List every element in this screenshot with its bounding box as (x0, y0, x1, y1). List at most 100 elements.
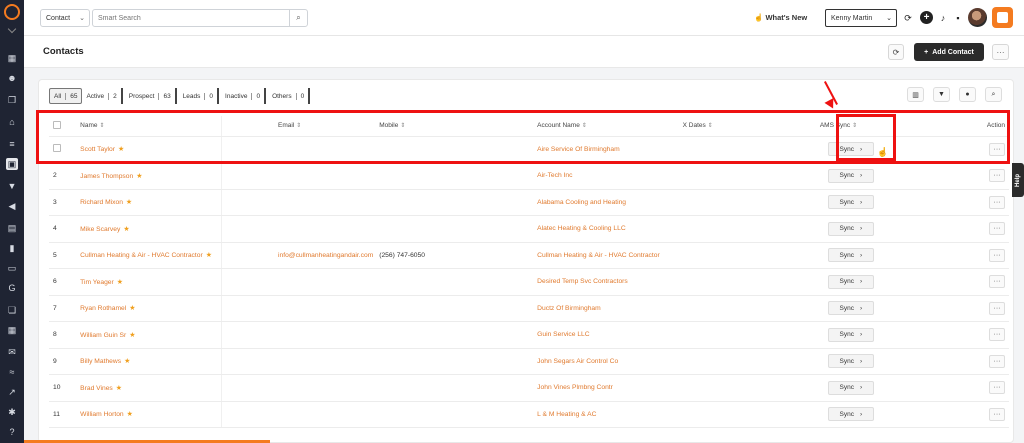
filter-others[interactable]: Others 0 (268, 88, 311, 104)
calendar-icon[interactable]: ▦ (6, 324, 18, 336)
account-link[interactable]: Alabama Cooling and Heating (537, 199, 626, 206)
star-icon[interactable]: ★ (129, 332, 135, 339)
header-email[interactable]: Email ⇕ (221, 116, 380, 137)
folder-icon[interactable]: ▭ (6, 262, 18, 274)
row-more-button[interactable]: ··· (989, 354, 1005, 368)
email-link[interactable]: info@cullmanheatingandair.com (278, 252, 373, 259)
help-circle-icon[interactable]: ? (6, 426, 18, 438)
account-link[interactable]: L & M Heating & AC (537, 411, 596, 418)
contact-name-link[interactable]: Cullman Heating & Air - HVAC Contractor (80, 252, 203, 259)
star-icon[interactable]: ★ (118, 146, 124, 153)
star-icon[interactable]: ★ (127, 411, 133, 418)
account-link[interactable]: John Vines Plmbng Contr (537, 384, 613, 391)
google-icon[interactable]: G (6, 282, 18, 294)
settings-icon[interactable]: ✱ (6, 406, 18, 418)
analytics-icon[interactable]: ↗ (6, 386, 18, 398)
contacts-icon[interactable]: ▣ (6, 158, 18, 170)
account-link[interactable]: Desired Temp Svc Contractors (537, 278, 628, 285)
row-more-button[interactable]: ··· (989, 195, 1005, 209)
row-more-button[interactable]: ··· (989, 407, 1005, 421)
filter-all[interactable]: All 65 (49, 88, 83, 104)
filter-active[interactable]: Active 2 (82, 88, 123, 104)
refresh-button[interactable]: ⟳ (888, 44, 904, 60)
tag-icon[interactable]: ● (959, 87, 976, 102)
contact-name-link[interactable]: Scott Taylor (80, 146, 115, 153)
filter-prospect[interactable]: Prospect 63 (125, 88, 177, 104)
account-link[interactable]: Air-Tech Inc (537, 172, 572, 179)
row-more-button[interactable]: ··· (989, 222, 1005, 236)
filter-inactive[interactable]: Inactive 0 (221, 88, 267, 104)
add-contact-button[interactable]: + Add Contact (914, 43, 984, 61)
header-ams-sync[interactable]: AMS Sync ⇕ (819, 116, 976, 137)
table-row[interactable]: 4 Mike Scarvey ★ Alatec Heating & Cooling… (49, 215, 1009, 243)
filter-icon[interactable]: ▼ (933, 87, 950, 102)
sync-icon[interactable]: ⟳ (902, 12, 914, 24)
row-more-button[interactable]: ··· (989, 301, 1005, 315)
contact-name-link[interactable]: William Horton (80, 411, 123, 418)
help-tab[interactable]: Help (1012, 163, 1024, 197)
row-more-button[interactable]: ··· (989, 381, 1005, 395)
header-name[interactable]: Name ⇕ (80, 116, 223, 137)
sync-button[interactable]: Sync › (827, 407, 874, 422)
account-link[interactable]: Ductz Of Birmingham (537, 305, 601, 312)
collapse-icon[interactable] (7, 24, 17, 34)
sync-button[interactable]: Sync › (827, 195, 874, 210)
contact-name-link[interactable]: Billy Mathews (80, 358, 121, 365)
star-icon[interactable]: ★ (124, 358, 130, 365)
file-icon[interactable]: ▤ (6, 222, 18, 234)
star-icon[interactable]: ★ (117, 279, 123, 286)
star-icon[interactable]: ★ (116, 385, 122, 392)
table-row[interactable]: 9 Billy Mathews ★ John Segars Air Control… (49, 348, 1009, 375)
whats-new-link[interactable]: ☝ What's New (754, 13, 807, 22)
brand-icon[interactable] (992, 7, 1013, 28)
account-link[interactable]: Cullman Heating & Air - HVAC Contractor (537, 252, 660, 259)
dashboard-icon[interactable]: ▦ (6, 52, 18, 64)
contact-name-link[interactable]: Tim Yeager (80, 279, 114, 286)
app-logo[interactable] (4, 4, 20, 20)
table-row[interactable]: 6 Tim Yeager ★ Desired Temp Svc Contracto… (49, 268, 1009, 296)
sync-button[interactable]: Sync › (827, 142, 874, 157)
list-icon[interactable]: ≡ (6, 138, 18, 150)
documents-icon[interactable]: ❐ (6, 94, 18, 106)
table-row[interactable]: 8 William Guin Sr ★ Guin Service LLC Sync… (49, 321, 1009, 349)
account-link[interactable]: Alatec Heating & Cooling LLC (537, 225, 625, 232)
contact-name-link[interactable]: William Guin Sr (80, 332, 126, 339)
user-select[interactable]: Kenny Martin ⌄ (825, 9, 897, 27)
account-link[interactable]: John Segars Air Control Co (537, 358, 618, 365)
header-xdates[interactable]: X Dates ⇕ (682, 116, 820, 137)
contact-name-link[interactable]: Mike Scarvey (80, 226, 120, 233)
sync-button[interactable]: Sync › (827, 327, 874, 342)
row-checkbox[interactable] (53, 144, 61, 153)
mail-icon[interactable]: ✉ (6, 346, 18, 358)
row-more-button[interactable]: ··· (989, 248, 1005, 262)
copy-icon[interactable]: ❏ (6, 304, 18, 316)
table-row[interactable]: Scott Taylor ★ Aire Service Of Birmingham… (49, 136, 1009, 163)
filter-icon[interactable]: ▼ (6, 180, 18, 192)
sync-button[interactable]: Sync › (827, 168, 874, 183)
table-row[interactable]: 5 Cullman Heating & Air - HVAC Contracto… (49, 242, 1009, 269)
more-options-button[interactable]: ··· (992, 44, 1009, 60)
star-icon[interactable]: ★ (136, 173, 142, 180)
contact-name-link[interactable]: Brad Vines (80, 385, 113, 392)
star-icon[interactable]: ★ (123, 226, 129, 233)
handshake-icon[interactable]: ≈ (6, 366, 18, 378)
table-row[interactable]: 10 Brad Vines ★ John Vines Plmbng Contr S… (49, 374, 1009, 402)
search-type-select[interactable]: Contact ⌄ (40, 9, 90, 27)
search-icon[interactable]: ⌕ (985, 87, 1002, 102)
account-link[interactable]: Aire Service Of Birmingham (537, 146, 620, 153)
chart-icon[interactable]: ▮ (6, 242, 18, 254)
sync-button[interactable]: Sync › (827, 274, 874, 289)
row-more-button[interactable]: ··· (989, 142, 1005, 156)
row-more-button[interactable]: ··· (989, 169, 1005, 183)
account-link[interactable]: Guin Service LLC (537, 331, 589, 338)
row-more-button[interactable]: ··· (989, 328, 1005, 342)
columns-icon[interactable]: ▥ (907, 87, 924, 102)
sync-button[interactable]: Sync › (827, 248, 874, 263)
select-all-checkbox[interactable] (53, 120, 61, 129)
sync-button[interactable]: Sync › (827, 380, 874, 395)
star-icon[interactable]: ★ (129, 305, 135, 312)
contact-name-link[interactable]: James Thompson (80, 173, 133, 180)
header-mobile[interactable]: Mobile ⇕ (379, 116, 538, 137)
plus-icon[interactable]: + (920, 11, 933, 24)
contact-name-link[interactable]: Richard Mixon (80, 199, 123, 206)
